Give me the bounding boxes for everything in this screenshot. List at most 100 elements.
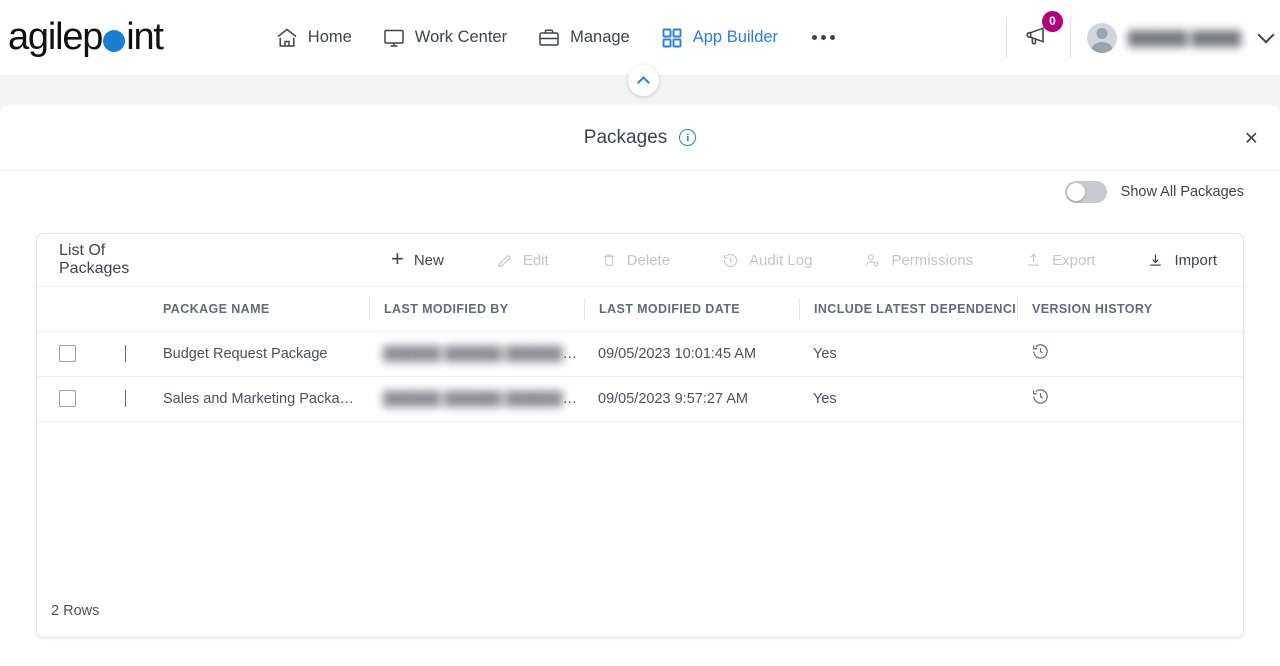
table-header-row: PACKAGE NAME LAST MODIFIED BY LAST MODIF… bbox=[37, 287, 1245, 332]
packages-panel: Packages i × Show All Packages List Of P… bbox=[0, 105, 1280, 666]
agilepoint-logo[interactable]: agilep int bbox=[8, 16, 164, 59]
nav-divider-left bbox=[1006, 16, 1007, 59]
download-icon bbox=[1150, 253, 1162, 266]
page-title: Packages bbox=[583, 126, 668, 148]
cell-package-name: Sales and Marketing Packa… bbox=[149, 376, 369, 422]
delete-button-label: Delete bbox=[626, 251, 671, 269]
nav-item-app-builder[interactable]: App Builder bbox=[660, 26, 778, 50]
row-count-label: 2 Rows bbox=[51, 603, 100, 619]
header-include-latest-dependencies[interactable]: INCLUDE LATEST DEPENDENCIES bbox=[799, 287, 1017, 332]
table-row[interactable]: Budget Request Package ██████ ██████ ███… bbox=[37, 331, 1245, 377]
collapse-header-button[interactable] bbox=[628, 65, 659, 96]
chevron-right-icon[interactable] bbox=[125, 389, 126, 407]
show-all-packages-toggle[interactable] bbox=[1064, 181, 1107, 203]
logo-dot-icon bbox=[103, 29, 126, 52]
logo-text-first: agilep bbox=[8, 16, 103, 58]
chevron-up-icon bbox=[637, 76, 650, 89]
user-name-label: ██████ █████ bbox=[1128, 29, 1241, 46]
chevron-down-icon[interactable] bbox=[1257, 26, 1275, 44]
cell-version-history bbox=[1017, 331, 1245, 377]
delete-button[interactable]: Delete bbox=[575, 252, 696, 269]
panel-header: Packages i × bbox=[0, 105, 1280, 171]
row-checkbox[interactable] bbox=[59, 390, 76, 407]
cell-include-latest-dependencies: Yes bbox=[799, 376, 1017, 422]
nav-item-work-center[interactable]: Work Center bbox=[382, 26, 507, 50]
nav-label-work-center: Work Center bbox=[414, 28, 508, 46]
toggle-knob bbox=[1066, 183, 1085, 201]
header-package-name[interactable]: PACKAGE NAME bbox=[149, 287, 369, 332]
nav-divider-right bbox=[1070, 16, 1071, 59]
row-expand-cell bbox=[109, 376, 149, 422]
row-checkbox[interactable] bbox=[59, 345, 76, 362]
cell-package-name: Budget Request Package bbox=[149, 331, 369, 377]
row-checkbox-cell bbox=[37, 376, 109, 422]
table-body: Budget Request Package ██████ ██████ ███… bbox=[37, 331, 1245, 422]
cell-last-modified-by: ██████ ██████ █████████ bbox=[369, 331, 584, 377]
header-last-modified-by[interactable]: LAST MODIFIED BY bbox=[369, 287, 584, 332]
plus-icon: + bbox=[390, 246, 404, 271]
close-icon[interactable]: × bbox=[1245, 126, 1258, 149]
avatar bbox=[1087, 22, 1117, 53]
upload-icon bbox=[1028, 253, 1039, 266]
table-row[interactable]: Sales and Marketing Packa… ██████ ██████… bbox=[37, 376, 1245, 422]
permissions-button[interactable]: Permissions bbox=[838, 252, 999, 269]
cell-last-modified-date: 09/05/2023 10:01:45 AM bbox=[584, 331, 799, 377]
import-button[interactable]: Import bbox=[1121, 252, 1243, 269]
card-heading: List Of Packages bbox=[59, 242, 130, 277]
nav-right-cluster: 0 ██████ █████ bbox=[990, 0, 1275, 75]
edit-button[interactable]: Edit bbox=[470, 252, 575, 269]
announcement-badge: 0 bbox=[1042, 10, 1063, 32]
cell-version-history bbox=[1017, 376, 1245, 422]
show-all-packages-label: Show All Packages bbox=[1120, 184, 1244, 200]
cell-last-modified-date: 09/05/2023 9:57:27 AM bbox=[584, 376, 799, 422]
import-button-label: Import bbox=[1174, 251, 1217, 269]
chevron-right-icon[interactable] bbox=[125, 344, 126, 362]
user-permissions-icon bbox=[866, 253, 879, 266]
history-icon[interactable] bbox=[1031, 387, 1050, 410]
nav-items: Home Work Center Manage App Builder bbox=[275, 26, 839, 50]
ellipsis-icon bbox=[808, 35, 839, 40]
table-header: PACKAGE NAME LAST MODIFIED BY LAST MODIF… bbox=[37, 287, 1245, 332]
nav-item-more[interactable] bbox=[808, 35, 839, 40]
pencil-icon bbox=[497, 254, 511, 267]
packages-card: List Of Packages + New Edit Delete Audit… bbox=[36, 233, 1245, 638]
page-title-group: Packages i bbox=[583, 126, 697, 149]
export-button-label: Export bbox=[1052, 251, 1096, 269]
header-select bbox=[37, 287, 109, 332]
permissions-button-label: Permissions bbox=[891, 251, 974, 269]
toolbar-actions: + New Edit Delete Audit Log Permissions … bbox=[365, 246, 1243, 271]
edit-button-label: Edit bbox=[522, 251, 549, 269]
briefcase-icon bbox=[537, 26, 561, 50]
history-icon[interactable] bbox=[1031, 342, 1050, 365]
packages-table: PACKAGE NAME LAST MODIFIED BY LAST MODIF… bbox=[37, 287, 1245, 422]
nav-item-manage[interactable]: Manage bbox=[537, 26, 630, 50]
history-icon bbox=[723, 253, 738, 267]
info-icon[interactable]: i bbox=[679, 129, 697, 146]
user-menu[interactable]: ██████ █████ bbox=[1087, 22, 1275, 53]
header-expand bbox=[109, 287, 149, 332]
new-button-label: New bbox=[413, 251, 444, 269]
nav-label-app-builder: App Builder bbox=[692, 28, 779, 46]
nav-label-manage: Manage bbox=[570, 28, 630, 46]
grid-icon bbox=[660, 26, 684, 50]
header-version-history[interactable]: VERSION HISTORY bbox=[1017, 287, 1245, 332]
monitor-icon bbox=[382, 26, 406, 50]
cell-last-modified-by: ██████ ██████ █████████ bbox=[369, 376, 584, 422]
trash-icon bbox=[603, 254, 615, 266]
audit-log-button[interactable]: Audit Log bbox=[696, 252, 838, 269]
logo-text-second: int bbox=[126, 16, 164, 58]
announcements-button[interactable]: 0 bbox=[1023, 10, 1063, 56]
home-icon bbox=[275, 26, 299, 50]
export-button[interactable]: Export bbox=[999, 252, 1121, 269]
top-navigation-bar: agilep int Home Work Center Manage App B… bbox=[0, 0, 1280, 75]
audit-log-button-label: Audit Log bbox=[749, 251, 813, 269]
nav-label-home: Home bbox=[307, 28, 352, 46]
new-button[interactable]: + New bbox=[365, 246, 470, 271]
cell-include-latest-dependencies: Yes bbox=[799, 331, 1017, 377]
row-expand-cell bbox=[109, 331, 149, 377]
card-toolbar: List Of Packages + New Edit Delete Audit… bbox=[37, 234, 1243, 287]
nav-item-home[interactable]: Home bbox=[275, 26, 352, 50]
row-checkbox-cell bbox=[37, 331, 109, 377]
show-all-packages-row: Show All Packages bbox=[1064, 181, 1244, 203]
header-last-modified-date[interactable]: LAST MODIFIED DATE bbox=[584, 287, 799, 332]
